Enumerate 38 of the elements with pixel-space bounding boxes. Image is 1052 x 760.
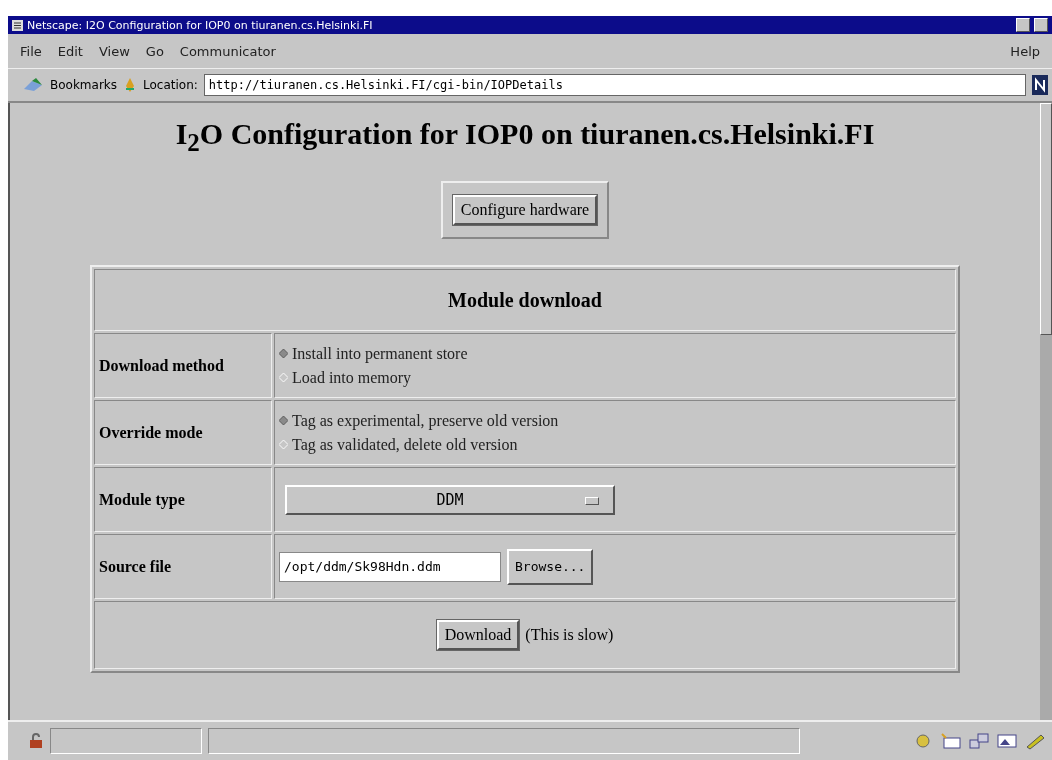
menu-item[interactable]: Go — [137, 43, 172, 59]
help-menu[interactable]: Help — [1002, 43, 1048, 59]
option-label: Tag as experimental, preserve old version — [292, 411, 559, 430]
chat-icon[interactable] — [968, 732, 990, 750]
menu-item[interactable]: Communicator — [171, 43, 284, 59]
row-label: Download method — [94, 333, 272, 398]
table-title: Module download — [94, 269, 956, 331]
row-label: Override mode — [94, 400, 272, 465]
minimize-button[interactable] — [1016, 18, 1030, 32]
location-label: Location: — [143, 78, 198, 92]
radio-button[interactable] — [279, 416, 288, 425]
bookmarks-button[interactable]: Bookmarks — [50, 78, 118, 92]
scrollbar[interactable] — [1040, 103, 1052, 720]
window-title: Netscape: I2O Configuration for IOP0 on tiuranen.cs.Helsinki.FI — [27, 18, 374, 32]
option-label: Install into permanent store — [292, 344, 468, 363]
source-file-field[interactable]: /opt/ddm/Sk98Hdn.ddm — [279, 551, 501, 582]
page-heading: I$_{2}$O Configuration for IOP0 on tiuranen.cs.Helsinki.FI — [175, 117, 875, 157]
pencil-icon[interactable] — [1024, 732, 1046, 750]
module-type-dropdown[interactable]: DDM — [285, 484, 615, 515]
menu-icon[interactable] — [12, 19, 23, 31]
menu-item[interactable]: Edit — [49, 43, 91, 59]
padlock-icon[interactable] — [28, 733, 44, 749]
note-text: (This is slow) — [525, 626, 614, 644]
menu-item[interactable]: File — [12, 43, 50, 59]
download-button[interactable]: Download — [436, 620, 520, 650]
option-label: Tag as validated, delete old version — [292, 435, 518, 454]
row-label: Module type — [94, 467, 272, 532]
menu-item[interactable]: View — [90, 43, 138, 59]
image-icon[interactable] — [996, 732, 1018, 750]
configure-hardware-button[interactable]: Configure hardware — [452, 195, 598, 225]
row-label: Source file — [94, 534, 272, 599]
bookmark-icon[interactable] — [22, 77, 44, 93]
netscape-logo-icon — [1032, 75, 1048, 95]
maximize-button[interactable] — [1034, 18, 1048, 32]
option-label: Load into memory — [292, 368, 412, 387]
location-field[interactable]: http://tiuranen.cs.Helsinki.FI/cgi-bin/IOPDetails — [203, 74, 1026, 96]
browse-button[interactable]: Browse... — [507, 548, 594, 585]
radio-button[interactable] — [279, 349, 288, 358]
